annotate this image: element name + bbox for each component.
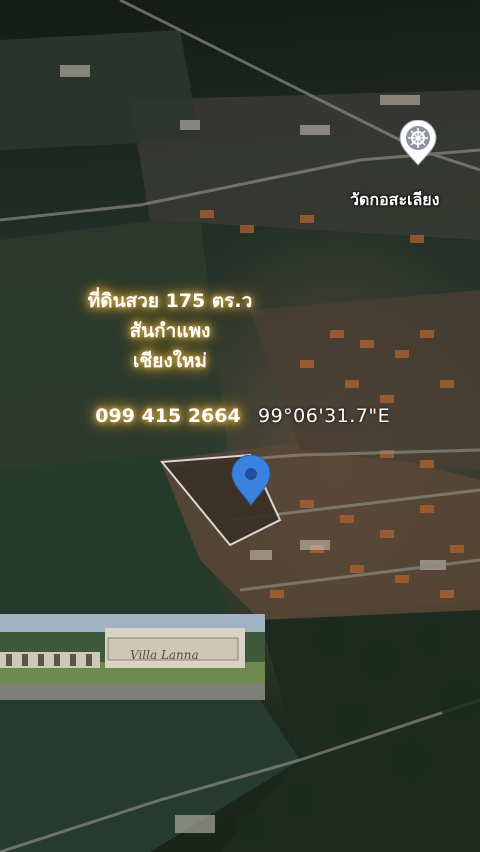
inset-photo: Villa Lanna: [0, 614, 265, 700]
coordinate-readout: 99°06'31.7"E: [258, 405, 391, 427]
sign-text: Villa Lanna: [130, 648, 199, 662]
title-line-3: เชียงใหม่: [132, 350, 208, 372]
location-pin-icon[interactable]: [230, 454, 272, 507]
phone-number: 099 415 2664: [95, 405, 241, 427]
title-line-2: สันกำแพง: [129, 320, 211, 342]
title-line-1: ที่ดินสวย 175 ตร.ว: [87, 290, 253, 312]
place-label: วัดกอสะเลียง: [350, 190, 440, 209]
temple-marker-icon[interactable]: [398, 119, 438, 166]
satellite-map[interactable]: วัดกอสะเลียง 99°06'31.7"E ที่ดินสวย 175 …: [0, 0, 480, 852]
listing-title: ที่ดินสวย 175 ตร.ว สันกำแพง เชียงใหม่: [60, 286, 280, 376]
